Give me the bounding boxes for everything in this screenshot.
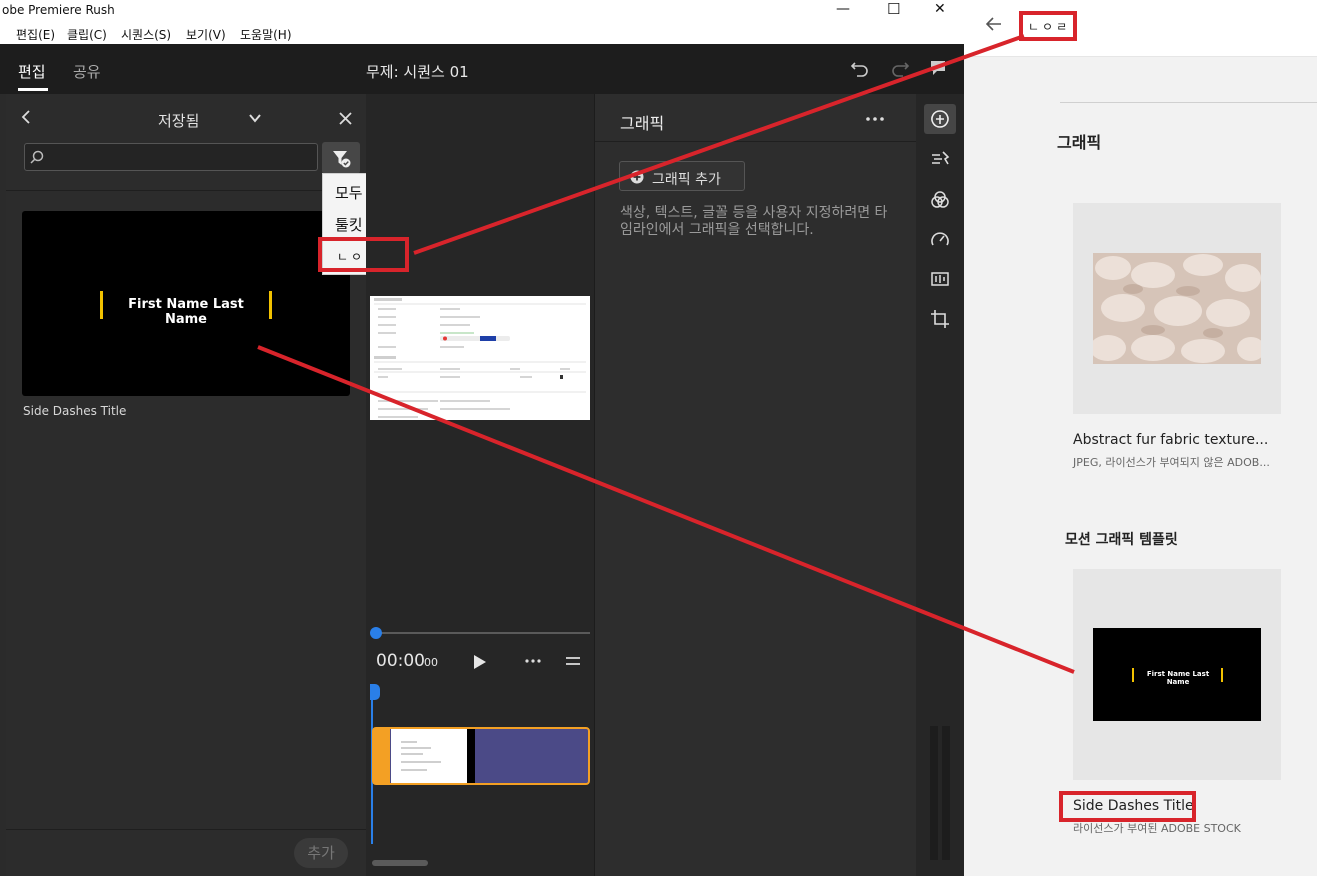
annotation-overlay — [257, 34, 1075, 674]
annotation-line-top — [413, 34, 1025, 255]
annotation-box-header — [1019, 11, 1077, 41]
annotation-box-filter-option — [318, 237, 409, 272]
annotation-line-bottom — [257, 345, 1075, 674]
annotation-box-mogrt-title — [1059, 791, 1196, 822]
